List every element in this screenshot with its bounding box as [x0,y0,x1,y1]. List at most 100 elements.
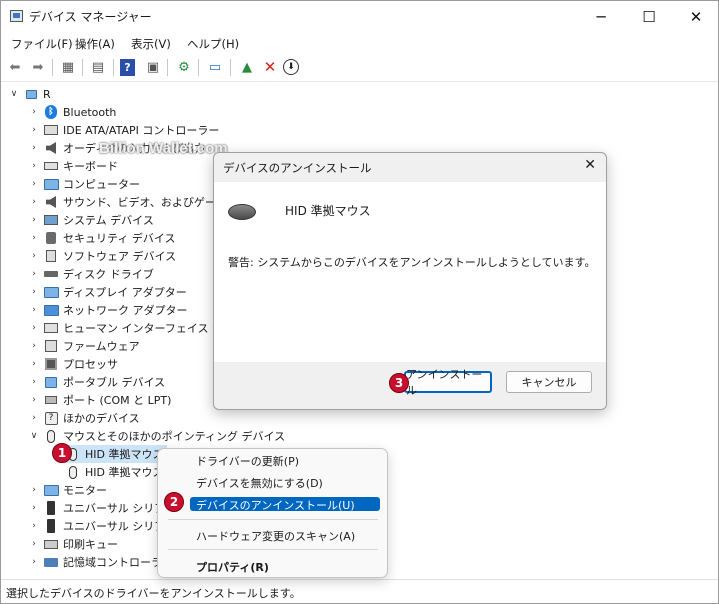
expand-chevron-icon[interactable]: › [27,161,41,171]
tree-item-port[interactable]: › ポート (COM と LPT) [27,391,171,409]
cancel-button[interactable]: キャンセル [506,371,592,393]
tree-item-disk[interactable]: › ディスク ドライブ [27,265,154,283]
tree-item-ide[interactable]: › IDE ATA/ATAPI コントローラー [27,121,219,139]
software-icon [43,249,59,263]
tree-item-portable[interactable]: › ポータブル デバイス [27,373,165,391]
expand-chevron-icon[interactable]: › [27,323,41,333]
tree-item-label: ネットワーク アダプター [63,304,188,317]
tree-item-display[interactable]: › ディスプレイ アダプター [27,283,187,301]
tree-item-computer[interactable]: › コンピューター [27,175,140,193]
view-icon[interactable]: ▣ [143,57,163,77]
printer-icon [43,537,59,551]
expand-chevron-icon[interactable]: › [27,107,41,117]
collapse-chevron-icon[interactable]: ∨ [27,431,41,441]
tree-item-software[interactable]: › ソフトウェア デバイス [27,247,176,265]
expand-chevron-icon[interactable]: › [27,359,41,369]
menu-help[interactable]: ヘルプ(H) [187,36,239,52]
expand-chevron-icon[interactable]: › [27,485,41,495]
uninstall-button[interactable]: アンインストール [404,368,492,397]
toolbar-separator [82,59,83,76]
tree-item-label: ソフトウェア デバイス [63,250,177,263]
disable-icon[interactable]: ⬇ [283,59,299,75]
expand-chevron-icon[interactable]: › [27,179,41,189]
tree-item-label: Bluetooth [63,105,117,119]
tree-item-monitor[interactable]: › モニター [27,481,107,499]
tree-item-bluetooth[interactable]: › ᛒ Bluetooth [27,103,116,121]
tree-item-storage[interactable]: › 記憶域コントローラー [27,553,173,571]
uninstall-device-dialog: デバイスのアンインストール ✕ HID 準拠マウス 警告: システムからこのデバ… [213,152,607,410]
menu-item-properties[interactable]: プロパティ(R) [196,559,269,575]
menu-action[interactable]: 操作(A) [75,36,115,52]
monitor-icon[interactable]: ▭ [205,57,225,77]
expand-chevron-icon[interactable]: › [27,305,41,315]
tree-item-label: IDE ATA/ATAPI コントローラー [63,124,220,137]
tree-root[interactable]: ∨ R [7,85,51,103]
menu-item-scan-hardware[interactable]: ハードウェア変更のスキャン(A) [196,528,355,544]
device-manager-app-icon [10,10,23,22]
tree-item-hid-mouse-selected[interactable]: HID 準拠マウス [63,445,168,463]
computer-icon [43,177,59,191]
expand-chevron-icon[interactable]: › [27,143,41,153]
expand-chevron-icon[interactable]: › [27,197,41,207]
collapse-chevron-icon[interactable]: ∨ [7,89,21,99]
menu-item-update-driver[interactable]: ドライバーの更新(P) [196,453,299,469]
menu-item-uninstall-device[interactable]: デバイスのアンインストール(U) [196,497,355,513]
maximize-button[interactable]: ☐ [626,3,672,31]
portable-icon [43,375,59,389]
tree-item-print-queue[interactable]: › 印刷キュー [27,535,118,553]
expand-chevron-icon[interactable]: › [27,377,41,387]
bluetooth-icon: ᛒ [43,105,59,119]
dialog-close-icon[interactable]: ✕ [584,157,596,173]
tree-item-network[interactable]: › ネットワーク アダプター [27,301,188,319]
expand-chevron-icon[interactable]: › [27,233,41,243]
toolbar-separator [230,59,231,76]
expand-chevron-icon[interactable]: › [27,251,41,261]
expand-chevron-icon[interactable]: › [27,521,41,531]
tree-item-hid-mouse[interactable]: HID 準拠マウス [63,463,163,481]
expand-chevron-icon[interactable]: › [27,287,41,297]
menu-separator [168,519,378,520]
mouse-device-icon [228,204,256,220]
expand-chevron-icon[interactable]: › [27,125,41,135]
tree-item-label: コンピューター [63,178,140,191]
tree-item-mice[interactable]: ∨ マウスとそのほかのポインティング デバイス [27,427,285,445]
expand-chevron-icon[interactable]: › [27,557,41,567]
expand-chevron-icon[interactable]: › [27,395,41,405]
menu-item-disable-device[interactable]: デバイスを無効にする(D) [196,475,323,491]
status-bar: 選択したデバイスのドライバーをアンインストールします。 [1,579,718,603]
forward-icon[interactable]: ➡ [28,57,48,77]
expand-chevron-icon[interactable]: › [27,215,41,225]
expand-chevron-icon[interactable]: › [27,269,41,279]
tree-item-processor[interactable]: › プロセッサ [27,355,118,373]
tree-item-label: セキュリティ デバイス [63,232,176,245]
menu-bar: ファイル(F) 操作(A) 表示(V) ヘルプ(H) [1,32,718,54]
tree-item-keyboard[interactable]: › キーボード [27,157,118,175]
close-button[interactable]: ✕ [673,3,718,31]
hid-icon [43,321,59,335]
expand-chevron-icon[interactable]: › [27,503,41,513]
properties-grid-icon[interactable]: ▦ [58,57,78,77]
expand-chevron-icon[interactable]: › [27,341,41,351]
expand-chevron-icon[interactable]: › [27,413,41,423]
tree-item-firmware[interactable]: › ファームウェア [27,337,140,355]
update-driver-icon[interactable]: ▲ [237,57,257,77]
menu-view[interactable]: 表示(V) [131,36,171,52]
tree-item-system[interactable]: › システム デバイス [27,211,154,229]
tree-item-label: プロセッサ [63,358,118,371]
tree-item-other[interactable]: › ? ほかのデバイス [27,409,140,427]
tree-item-label: マウスとそのほかのポインティング デバイス [63,430,286,443]
minimize-button[interactable]: ─ [578,3,624,31]
expand-chevron-icon[interactable]: › [27,539,41,549]
storage-icon [43,555,59,569]
menu-file[interactable]: ファイル(F) [11,36,73,52]
document-icon[interactable]: ▤ [88,57,108,77]
toolbar-separator [198,59,199,76]
toolbar-separator [52,59,53,76]
tree-item-security[interactable]: › セキュリティ デバイス [27,229,176,247]
scan-icon[interactable]: ⚙ [174,57,194,77]
security-icon [43,231,59,245]
help-icon[interactable]: ? [120,59,135,76]
title-bar[interactable]: デバイス マネージャー ─ ☐ ✕ [1,1,718,32]
uninstall-icon[interactable]: ✕ [260,57,280,77]
back-icon[interactable]: ⬅ [5,57,25,77]
